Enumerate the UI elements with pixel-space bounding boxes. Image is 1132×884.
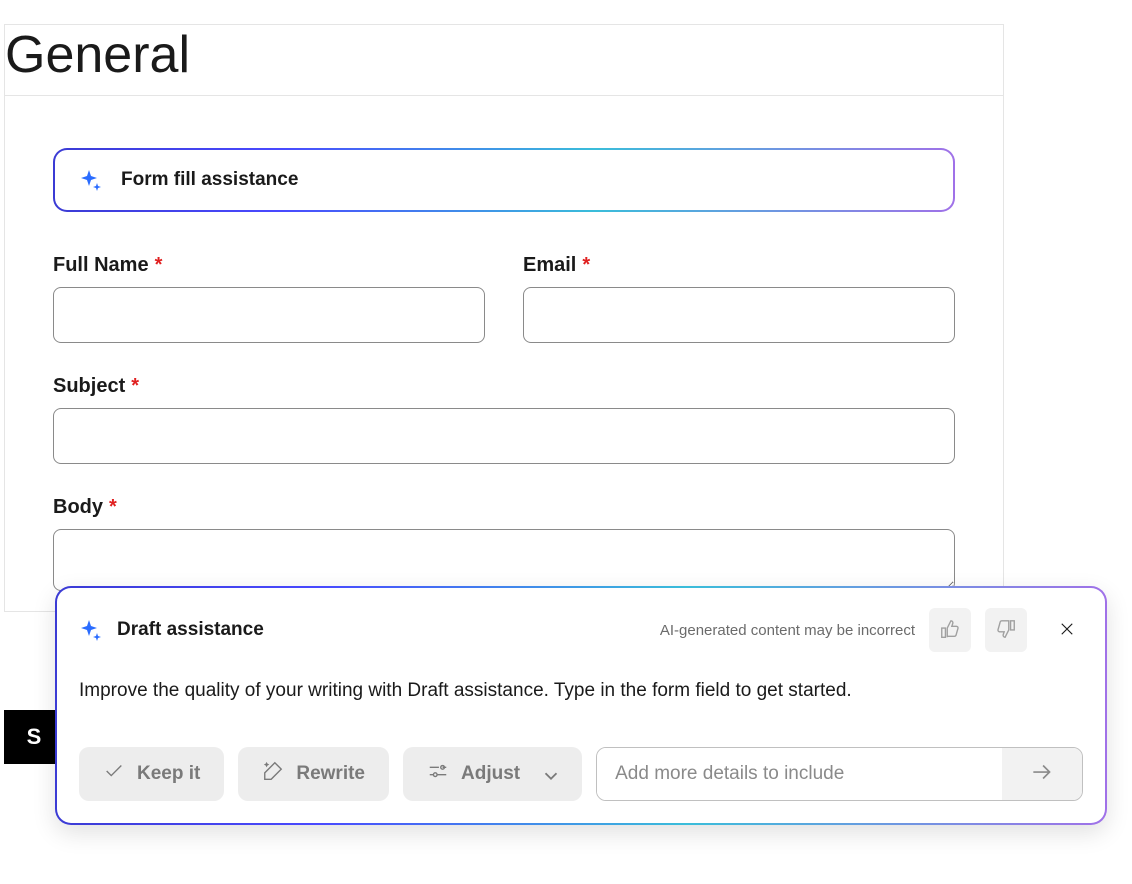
submit-button[interactable]: S xyxy=(4,710,58,764)
adjust-icon xyxy=(427,760,449,788)
form-fill-label: Form fill assistance xyxy=(121,169,298,191)
draft-header: Draft assistance AI-generated content ma… xyxy=(79,608,1083,652)
fullname-input[interactable] xyxy=(53,287,485,343)
email-input[interactable] xyxy=(523,287,955,343)
form-group-fullname: Full Name * xyxy=(53,254,485,343)
subject-label: Subject * xyxy=(53,375,955,398)
thumbs-down-icon xyxy=(995,618,1017,643)
subject-input[interactable] xyxy=(53,408,955,464)
thumbs-down-button[interactable] xyxy=(985,608,1027,652)
required-mark: * xyxy=(155,254,163,277)
keep-it-button[interactable]: Keep it xyxy=(79,747,224,801)
body-label: Body * xyxy=(53,496,955,519)
adjust-button[interactable]: Adjust xyxy=(403,747,582,801)
rewrite-button[interactable]: Rewrite xyxy=(238,747,389,801)
draft-input-wrap xyxy=(596,747,1083,801)
ai-disclaimer: AI-generated content may be incorrect xyxy=(660,622,915,639)
thumbs-up-icon xyxy=(939,618,961,643)
close-button[interactable] xyxy=(1051,614,1083,646)
form-fill-banner[interactable]: Form fill assistance xyxy=(53,148,955,212)
thumbs-up-button[interactable] xyxy=(929,608,971,652)
draft-assistance-panel: Draft assistance AI-generated content ma… xyxy=(55,586,1107,825)
send-button[interactable] xyxy=(1002,748,1082,800)
sparkle-icon xyxy=(79,618,103,642)
check-icon xyxy=(103,760,125,788)
chevron-down-icon xyxy=(540,765,558,783)
sparkle-icon xyxy=(79,168,103,192)
form-group-subject: Subject * xyxy=(53,375,955,464)
fullname-label: Full Name * xyxy=(53,254,485,277)
required-mark: * xyxy=(582,254,590,277)
form-area: Form fill assistance Full Name * Email * xyxy=(5,96,1003,611)
body-textarea[interactable] xyxy=(53,529,955,591)
required-mark: * xyxy=(109,496,117,519)
draft-actions: Keep it Rewrite Adjust xyxy=(79,747,1083,801)
form-row-name-email: Full Name * Email * xyxy=(53,254,955,343)
form-group-email: Email * xyxy=(523,254,955,343)
draft-input[interactable] xyxy=(597,748,1002,800)
close-icon xyxy=(1058,620,1076,641)
draft-title: Draft assistance xyxy=(117,619,264,641)
page-title: General xyxy=(5,25,1003,96)
email-label: Email * xyxy=(523,254,955,277)
required-mark: * xyxy=(131,375,139,398)
main-panel: General Form fill assistance Full Name * xyxy=(4,24,1004,612)
form-group-body: Body * xyxy=(53,496,955,591)
arrow-right-icon xyxy=(1029,759,1055,788)
rewrite-icon xyxy=(262,760,284,788)
draft-body-text: Improve the quality of your writing with… xyxy=(79,678,1083,705)
